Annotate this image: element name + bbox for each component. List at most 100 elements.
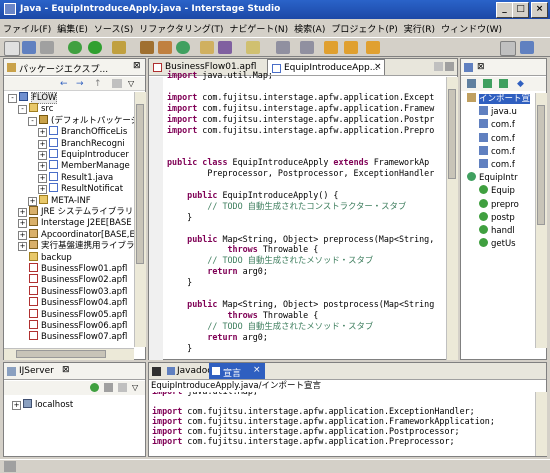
maximize-view-icon[interactable] xyxy=(445,62,454,71)
sort-icon[interactable] xyxy=(467,79,476,88)
tree-item[interactable]: + EquipIntroducer xyxy=(38,149,129,160)
problems-icon[interactable] xyxy=(152,367,161,376)
new-class-icon[interactable] xyxy=(176,41,190,54)
open-type-icon[interactable] xyxy=(200,41,214,54)
tree-item[interactable]: - FLOW xyxy=(8,92,58,104)
save-icon[interactable] xyxy=(22,41,36,54)
back-arrow-icon[interactable]: ← xyxy=(60,79,68,89)
print-icon[interactable] xyxy=(40,41,54,54)
expand-icon[interactable]: + xyxy=(38,185,47,195)
expand-icon[interactable]: + xyxy=(38,139,47,149)
collapse-icon[interactable]: - xyxy=(18,105,27,115)
tree-item[interactable]: + BranchOfficeLis xyxy=(38,126,127,138)
outline-item[interactable]: java.u xyxy=(479,106,517,117)
open-perspective-icon[interactable] xyxy=(500,41,516,56)
forward-arrow-icon[interactable]: → xyxy=(76,79,84,89)
outline-scrollbar[interactable] xyxy=(535,93,547,348)
scrollbar-thumb[interactable] xyxy=(136,104,144,264)
hide-nonpublic-icon[interactable]: ◆ xyxy=(517,79,524,89)
outline-item[interactable]: com.f xyxy=(479,145,515,157)
expand-icon[interactable]: + xyxy=(38,162,47,172)
view-menu-icon[interactable]: ▽ xyxy=(128,79,134,88)
package-explorer-tab[interactable]: パッケージエクスプ... ⊠ xyxy=(4,59,145,76)
java-perspective-icon[interactable] xyxy=(520,41,534,54)
expand-icon[interactable]: + xyxy=(38,173,47,183)
expand-icon[interactable]: + xyxy=(18,242,27,252)
expand-icon[interactable]: + xyxy=(12,401,21,410)
package-tree-scrollbar[interactable] xyxy=(134,92,146,347)
outline-item[interactable]: EquipIntr xyxy=(467,172,518,183)
server-item[interactable]: + localhost xyxy=(12,399,73,410)
close-tab-icon[interactable]: × xyxy=(253,365,261,375)
menu-item[interactable]: 検索(A) xyxy=(291,19,328,35)
scrollbar-thumb[interactable] xyxy=(448,89,456,179)
tree-item[interactable]: + Result1.java xyxy=(38,171,113,183)
tree-item[interactable]: BusinessFlow03.apfl xyxy=(18,285,127,297)
outline-item[interactable]: handl xyxy=(479,225,515,236)
server-tab[interactable]: IJServer ⊠ xyxy=(4,363,145,380)
run-icon[interactable] xyxy=(88,41,102,54)
tree-item[interactable]: + JRE システムライブラリ [J xyxy=(18,206,134,217)
fast-view-icon[interactable] xyxy=(4,461,16,472)
up-arrow-icon[interactable]: ↑ xyxy=(94,79,102,89)
tree-item[interactable]: BusinessFlow04.apfl xyxy=(18,297,127,308)
forward-icon[interactable] xyxy=(366,41,380,54)
search-icon[interactable] xyxy=(218,41,232,54)
external-tools-icon[interactable] xyxy=(112,41,126,54)
menu-item[interactable]: ウィンドウ(W) xyxy=(438,19,505,35)
tree-item[interactable]: + ResultNotificat xyxy=(38,183,123,195)
tree-item[interactable]: BusinessFlow01.apfl xyxy=(18,263,127,274)
tab-javadoc[interactable]: Javadoc xyxy=(165,363,212,379)
tree-item[interactable]: BusinessFlow07.apfl xyxy=(18,331,127,342)
menu-item[interactable]: ソース(S) xyxy=(91,19,136,35)
outline-item[interactable]: getUs xyxy=(479,238,516,249)
tree-item[interactable]: + MemberManage xyxy=(38,160,130,172)
expand-icon[interactable]: + xyxy=(18,219,27,229)
tree-item[interactable]: + BranchRecogni xyxy=(38,137,125,149)
tree-item[interactable]: + Interstage J2EE[BASE xyxy=(18,217,132,229)
tree-item[interactable]: + 実行基盤連携用ライブラ xyxy=(18,240,134,252)
tree-item[interactable]: + META-INF xyxy=(28,194,91,206)
open-folder-icon[interactable] xyxy=(246,41,260,54)
tree-item[interactable]: BusinessFlow02.apfl xyxy=(18,274,127,285)
last-edit-icon[interactable] xyxy=(324,41,338,54)
new-package-icon[interactable] xyxy=(158,41,172,54)
expand-icon[interactable]: + xyxy=(28,196,37,206)
close-view-icon[interactable]: ⊠ xyxy=(62,365,70,375)
new-java-project-icon[interactable] xyxy=(140,41,154,54)
next-annotation-icon[interactable] xyxy=(276,41,290,54)
debug-icon[interactable] xyxy=(68,41,82,54)
tree-item[interactable]: BusinessFlow06.apfl xyxy=(18,320,127,331)
menu-item[interactable]: リファクタリング(T) xyxy=(136,19,226,35)
outline-item[interactable]: postp xyxy=(479,211,515,223)
editor-scrollbar[interactable] xyxy=(446,77,458,360)
collapse-all-icon[interactable] xyxy=(112,79,122,88)
close-button[interactable]: × xyxy=(531,2,548,18)
menu-item[interactable]: 実行(R) xyxy=(401,19,438,35)
previous-annotation-icon[interactable] xyxy=(300,41,314,54)
menu-item[interactable]: ファイル(F) xyxy=(0,19,54,35)
menu-item[interactable]: プロジェクト(P) xyxy=(328,19,400,35)
expand-icon[interactable]: + xyxy=(38,151,47,160)
tree-item[interactable]: + Apcoordinator[BASE,EI xyxy=(18,228,134,240)
back-icon[interactable] xyxy=(344,41,358,54)
expand-icon[interactable]: + xyxy=(18,208,27,217)
tab-declaration[interactable]: 宣言 × xyxy=(209,363,265,379)
declaration-scrollbar[interactable] xyxy=(535,392,547,456)
scrollbar-thumb[interactable] xyxy=(537,105,545,225)
package-tree-hscrollbar[interactable] xyxy=(4,348,134,360)
outline-item[interactable]: Equip xyxy=(479,185,515,196)
code-area[interactable]: import java.util.Map; import com.fujitsu.… xyxy=(167,70,446,359)
view-menu-icon[interactable]: ▽ xyxy=(132,383,138,392)
hide-static-icon[interactable] xyxy=(499,79,508,88)
expand-icon[interactable]: + xyxy=(38,128,47,138)
expand-icon[interactable]: + xyxy=(18,230,27,240)
tree-item[interactable]: - src xyxy=(18,103,53,115)
maximize-button[interactable]: □ xyxy=(512,2,529,18)
close-view-icon[interactable]: ⊠ xyxy=(133,61,141,71)
outline-item[interactable]: prepro xyxy=(479,198,519,210)
collapse-icon[interactable]: - xyxy=(28,116,37,126)
stop-server-icon[interactable] xyxy=(104,383,113,392)
outline-item[interactable]: com.f xyxy=(479,132,515,144)
close-view-icon[interactable]: ⊠ xyxy=(477,62,485,72)
